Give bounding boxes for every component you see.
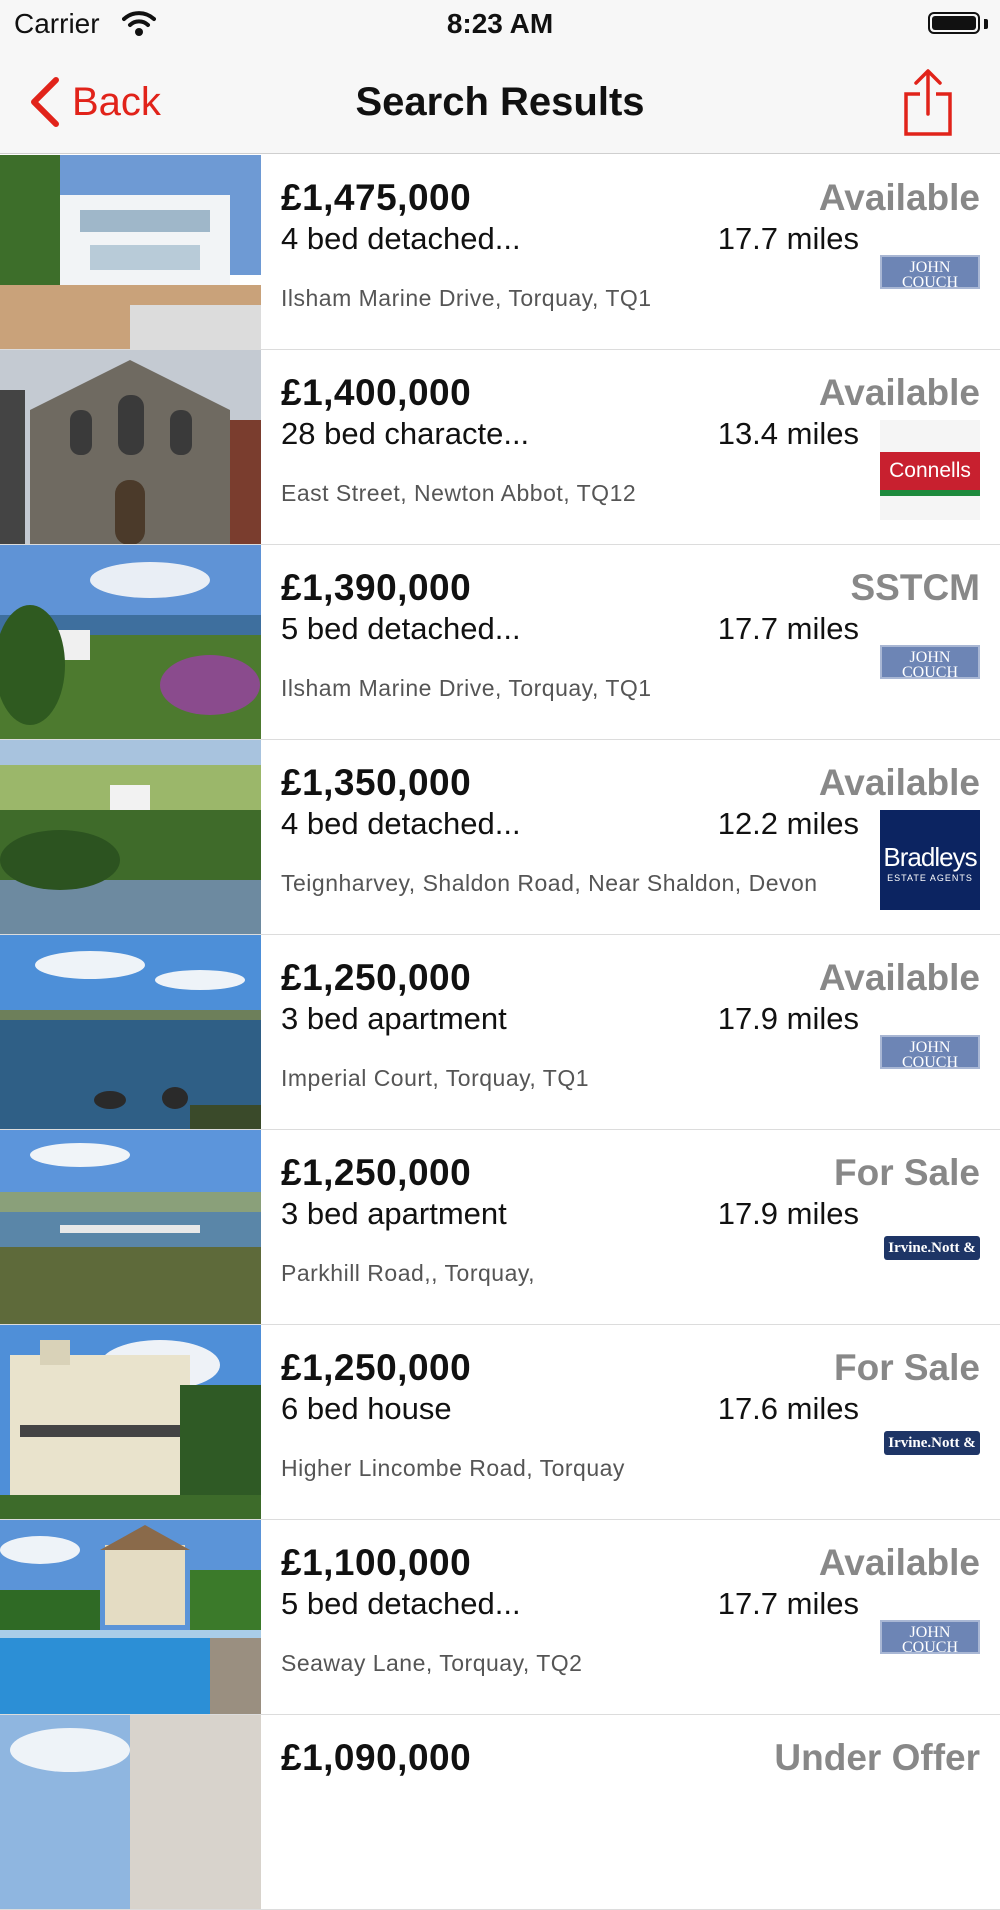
status-badge: For Sale: [834, 1347, 980, 1388]
listing-row[interactable]: £1,390,000 5 bed detached... Ilsham Mari…: [0, 545, 1000, 740]
agent-logo: JOHN COUCH THE ESTATE AGENT: [880, 1620, 980, 1661]
agent-logo: JOHN COUCH THE ESTATE AGENT: [880, 1035, 980, 1076]
listing-price: £1,475,000: [281, 177, 472, 218]
listing-address: Seaway Lane, Torquay, TQ2: [281, 1650, 583, 1676]
property-photo: [0, 350, 261, 544]
status-badge: Available: [818, 957, 980, 998]
status-bar: Carrier 8:23 AM: [0, 0, 1000, 50]
property-photo: [0, 1715, 261, 1909]
agent-logo: JOHN COUCH THE ESTATE AGENT: [880, 255, 980, 296]
listing-row[interactable]: £1,250,000 3 bed apartment Imperial Cour…: [0, 935, 1000, 1130]
page-title: Search Results: [355, 80, 645, 124]
listing-distance: 17.6 miles: [717, 1391, 859, 1426]
listing-row[interactable]: £1,090,000 Under Offer: [0, 1715, 1000, 1910]
listing-distance: 13.4 miles: [717, 416, 859, 451]
agent-logo: JOHN COUCH THE ESTATE AGENT: [880, 645, 980, 686]
listing-distance: 12.2 miles: [717, 806, 859, 841]
agent-logo: Bradleys ESTATE AGENTS: [880, 810, 980, 910]
listing-distance: 17.7 miles: [717, 1586, 859, 1621]
status-badge: Under Offer: [774, 1737, 980, 1778]
listing-description: 3 bed apartment: [281, 1001, 507, 1036]
property-photo: [0, 155, 261, 349]
status-badge: Available: [818, 177, 980, 218]
listing-price: £1,400,000: [281, 372, 472, 413]
listing-description: 6 bed house: [281, 1391, 452, 1426]
agent-logo: Irvine.Nott & Co: [884, 1236, 980, 1280]
listing-row[interactable]: £1,250,000 3 bed apartment Parkhill Road…: [0, 1130, 1000, 1325]
listing-description: 5 bed detached...: [281, 1586, 521, 1621]
navigation-bar: Back Search Results: [0, 50, 1000, 154]
listing-row[interactable]: £1,400,000 28 bed characte... East Stree…: [0, 350, 1000, 545]
agent-logo: Connells: [880, 420, 980, 520]
listing-distance: 17.9 miles: [717, 1001, 859, 1036]
status-badge: SSTCM: [850, 567, 981, 608]
listing-address: Higher Lincombe Road, Torquay: [281, 1455, 625, 1481]
property-photo: [0, 935, 261, 1129]
listing-address: Teignharvey, Shaldon Road, Near Shaldon,…: [281, 870, 818, 896]
listing-price: £1,090,000: [281, 1737, 472, 1778]
listing-distance: 17.7 miles: [717, 611, 859, 646]
property-photo: [0, 1325, 261, 1519]
status-badge: For Sale: [834, 1152, 980, 1193]
listing-price: £1,250,000: [281, 957, 472, 998]
listing-price: £1,250,000: [281, 1152, 472, 1193]
listing-address: East Street, Newton Abbot, TQ12: [281, 480, 637, 506]
property-photo: [0, 1130, 261, 1324]
listing-distance: 17.7 miles: [717, 221, 859, 256]
agent-logo: Irvine.Nott & Co: [884, 1431, 980, 1475]
listing-row[interactable]: £1,475,000 4 bed detached... Ilsham Mari…: [0, 155, 1000, 350]
listing-address: Ilsham Marine Drive, Torquay, TQ1: [281, 285, 652, 311]
property-photo: [0, 1520, 261, 1714]
listing-price: £1,350,000: [281, 762, 472, 803]
listing-row[interactable]: £1,350,000 4 bed detached... Teignharvey…: [0, 740, 1000, 935]
listing-address: Ilsham Marine Drive, Torquay, TQ1: [281, 675, 652, 701]
listing-description: 4 bed detached...: [281, 221, 521, 256]
listing-address: Imperial Court, Torquay, TQ1: [281, 1065, 590, 1091]
property-photo: [0, 545, 261, 739]
listing-row[interactable]: £1,250,000 6 bed house Higher Lincombe R…: [0, 1325, 1000, 1520]
search-results-list: £1,475,000 4 bed detached... Ilsham Mari…: [0, 155, 1000, 1910]
share-icon[interactable]: [902, 68, 954, 138]
clock: 8:23 AM: [446, 8, 554, 39]
property-photo: [0, 740, 261, 934]
listing-description: 5 bed detached...: [281, 611, 521, 646]
listing-price: £1,250,000: [281, 1347, 472, 1388]
status-badge: Available: [818, 372, 980, 413]
listing-description: 4 bed detached...: [281, 806, 521, 841]
status-badge: Available: [818, 1542, 980, 1583]
listing-description: 28 bed characte...: [281, 416, 530, 451]
listing-address: Parkhill Road,, Torquay,: [281, 1260, 536, 1286]
battery-icon: [928, 12, 988, 36]
listing-row[interactable]: £1,100,000 5 bed detached... Seaway Lane…: [0, 1520, 1000, 1715]
status-badge: Available: [818, 762, 980, 803]
listing-price: £1,390,000: [281, 567, 472, 608]
listing-distance: 17.9 miles: [717, 1196, 859, 1231]
listing-price: £1,100,000: [281, 1542, 472, 1583]
listing-description: 3 bed apartment: [281, 1196, 507, 1231]
